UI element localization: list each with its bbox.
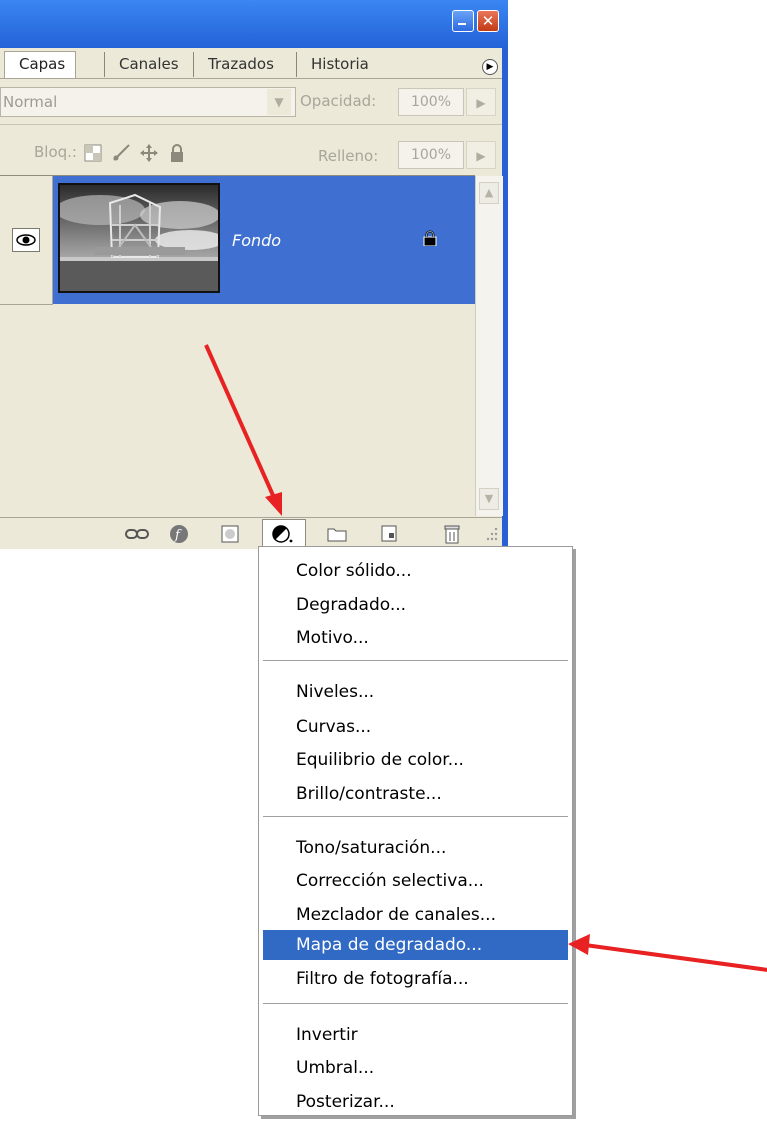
close-icon: ✕ — [481, 12, 495, 30]
menu-item-mapa-de-degradado[interactable]: Mapa de degradado... — [263, 930, 568, 960]
tab-historia[interactable]: Historia — [296, 52, 379, 77]
layers-scrollbar[interactable] — [475, 176, 503, 516]
menu-item-brillo-contraste[interactable]: Brillo/contraste... — [263, 779, 568, 809]
scroll-down-button[interactable]: ▼ — [479, 488, 499, 510]
lock-label: Bloq.: — [34, 143, 77, 161]
layers-bottom-bar — [0, 517, 502, 549]
menu-item-mezclador-de-canales[interactable]: Mezclador de canales... — [263, 900, 568, 930]
menu-item-invertir[interactable]: Invertir — [263, 1020, 568, 1050]
new-layer-icon[interactable] — [378, 523, 402, 545]
tab-canales[interactable]: Canales — [104, 52, 189, 77]
adjustment-layer-icon[interactable] — [270, 523, 294, 545]
resize-grip[interactable] — [480, 525, 502, 545]
fill-slider-button[interactable]: ▶ — [466, 141, 496, 169]
lock-position-icon[interactable] — [138, 142, 160, 164]
layer-name[interactable]: Fondo — [232, 231, 281, 250]
menu-separator — [263, 816, 568, 818]
layer-style-icon[interactable]: f — [168, 523, 192, 545]
chevron-right-icon: ▶ — [476, 149, 486, 163]
menu-item-tono-saturacion[interactable]: Tono/saturación... — [263, 833, 568, 863]
blend-mode-select[interactable]: Normal — [0, 87, 296, 117]
fill-field[interactable]: 100% — [398, 141, 464, 169]
lock-options — [82, 141, 188, 165]
menu-item-filtro-de-fotografia[interactable]: Filtro de fotografía... — [263, 964, 568, 994]
minimize-button[interactable] — [452, 10, 474, 32]
menu-item-umbral[interactable]: Umbral... — [263, 1053, 568, 1083]
play-icon: ▶ — [486, 62, 494, 72]
opacity-label: Opacidad: — [300, 92, 377, 110]
new-group-icon[interactable] — [325, 523, 349, 545]
menu-item-color-solido[interactable]: Color sólido... — [263, 556, 568, 586]
chevron-up-icon: ▲ — [484, 186, 494, 199]
menu-item-correccion-selectiva[interactable]: Corrección selectiva... — [263, 866, 568, 896]
menu-item-degradado[interactable]: Degradado... — [263, 590, 568, 620]
menu-separator — [263, 660, 568, 662]
menu-item-motivo[interactable]: Motivo... — [263, 623, 568, 653]
opacity-field[interactable]: 100% — [398, 88, 464, 116]
menu-item-curvas[interactable]: Curvas... — [263, 712, 568, 742]
tab-capas[interactable]: Capas — [4, 51, 77, 78]
chevron-right-icon: ▶ — [476, 96, 486, 110]
menu-separator — [263, 1003, 568, 1005]
layers-panel: ✕ Capas Canales Trazados Historia ▶ Norm… — [0, 0, 508, 549]
link-icon[interactable] — [125, 523, 149, 545]
lock-transparency-icon[interactable] — [82, 142, 104, 164]
annotation-arrow-left — [568, 934, 767, 972]
lock-pixels-icon[interactable] — [110, 142, 132, 164]
scroll-up-button[interactable]: ▲ — [479, 182, 499, 204]
layer-thumbnail — [58, 183, 220, 293]
trash-icon[interactable] — [440, 523, 464, 545]
fill-label: Relleno: — [318, 147, 379, 165]
tab-trazados[interactable]: Trazados — [193, 52, 284, 77]
divider — [0, 124, 502, 125]
menu-item-niveles[interactable]: Niveles... — [263, 677, 568, 707]
menu-item-posterizar[interactable]: Posterizar... — [263, 1087, 568, 1117]
chevron-down-icon: ▼ — [484, 492, 494, 505]
eye-icon — [16, 234, 36, 246]
close-button[interactable]: ✕ — [477, 10, 499, 32]
layer-visibility-toggle[interactable] — [12, 228, 40, 252]
lock-icon — [423, 230, 439, 250]
panel-title-bar[interactable] — [0, 0, 508, 48]
layer-mask-icon[interactable] — [218, 523, 242, 545]
opacity-slider-button[interactable]: ▶ — [466, 88, 496, 116]
menu-item-equilibrio-de-color[interactable]: Equilibrio de color... — [263, 745, 568, 775]
lock-all-icon[interactable] — [166, 142, 188, 164]
panel-menu-button[interactable]: ▶ — [482, 59, 498, 75]
minimize-icon — [458, 23, 466, 25]
chevron-down-icon[interactable]: ▼ — [267, 89, 291, 115]
